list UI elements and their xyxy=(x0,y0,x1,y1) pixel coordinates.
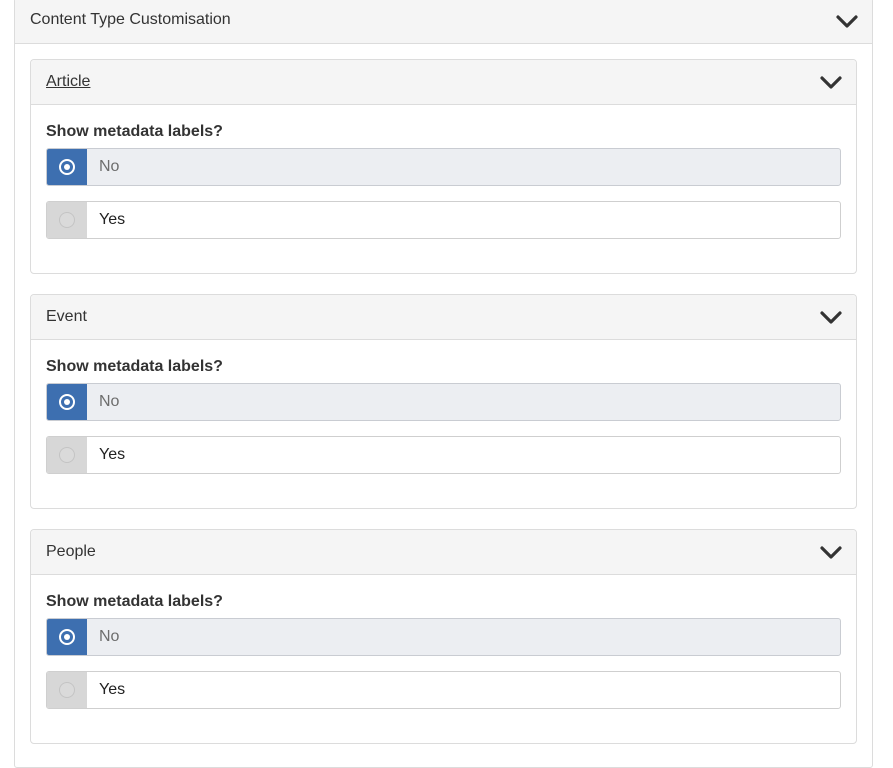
radio-unselected-icon[interactable] xyxy=(59,682,75,698)
section-header[interactable]: Content Type Customisation xyxy=(15,0,872,44)
section-title: Content Type Customisation xyxy=(30,11,231,28)
option-label: No xyxy=(99,628,120,645)
panel-title-article[interactable]: Article xyxy=(46,73,90,91)
content-type-customisation-section: Content Type Customisation Article Show … xyxy=(14,0,873,768)
panel-header-event[interactable]: Event xyxy=(31,295,856,340)
radio-box[interactable] xyxy=(47,149,87,185)
panel-title-event: Event xyxy=(46,308,87,325)
option-label: Yes xyxy=(99,211,126,228)
metadata-labels-question: Show metadata labels? xyxy=(46,358,223,375)
radio-selected-icon[interactable] xyxy=(59,629,75,645)
chevron-down-icon[interactable] xyxy=(820,76,842,90)
option-label: No xyxy=(99,158,120,175)
chevron-down-icon[interactable] xyxy=(836,15,858,29)
panel-article: Article Show metadata labels? No Yes xyxy=(30,59,857,274)
option-label: Yes xyxy=(99,681,126,698)
radio-unselected-icon[interactable] xyxy=(59,447,75,463)
radio-option-yes[interactable]: Yes xyxy=(46,201,841,239)
panel-people: People Show metadata labels? No Yes xyxy=(30,529,857,744)
chevron-down-icon[interactable] xyxy=(820,546,842,560)
radio-box[interactable] xyxy=(47,437,87,473)
radio-selected-icon[interactable] xyxy=(59,394,75,410)
radio-box[interactable] xyxy=(47,202,87,238)
panel-header-people[interactable]: People xyxy=(31,530,856,575)
radio-option-yes[interactable]: Yes xyxy=(46,436,841,474)
metadata-labels-question: Show metadata labels? xyxy=(46,593,223,610)
radio-unselected-icon[interactable] xyxy=(59,212,75,228)
panel-title-people: People xyxy=(46,543,96,560)
radio-box[interactable] xyxy=(47,384,87,420)
radio-selected-icon[interactable] xyxy=(59,159,75,175)
radio-box[interactable] xyxy=(47,672,87,708)
option-label: No xyxy=(99,393,120,410)
chevron-down-icon[interactable] xyxy=(820,311,842,325)
radio-option-no[interactable]: No xyxy=(46,383,841,421)
panel-event: Event Show metadata labels? No Yes xyxy=(30,294,857,509)
radio-option-yes[interactable]: Yes xyxy=(46,671,841,709)
metadata-labels-question: Show metadata labels? xyxy=(46,123,223,140)
radio-box[interactable] xyxy=(47,619,87,655)
radio-option-no[interactable]: No xyxy=(46,148,841,186)
panel-header-article[interactable]: Article xyxy=(31,60,856,105)
option-label: Yes xyxy=(99,446,126,463)
radio-option-no[interactable]: No xyxy=(46,618,841,656)
